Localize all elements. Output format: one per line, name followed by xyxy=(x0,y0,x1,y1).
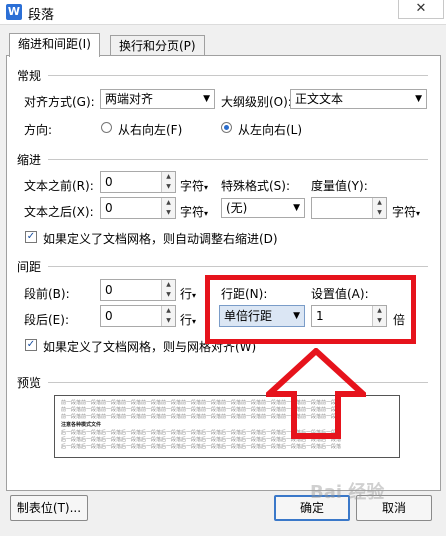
preview-next-line: 后一段落后一段落后一段落后一段落后一段落后一段落后一段落后一段落后一段落后一段落… xyxy=(61,444,342,450)
spinner[interactable]: ▲ ▼ xyxy=(161,306,175,326)
spin-down-icon[interactable]: ▼ xyxy=(373,208,386,218)
measure-unit[interactable]: 字符▾ xyxy=(392,203,420,220)
space-before-input[interactable]: 0 ▲ ▼ xyxy=(100,279,176,301)
direction-label: 方向: xyxy=(24,123,53,137)
spin-up-icon[interactable]: ▲ xyxy=(162,306,175,316)
arrow-shape xyxy=(266,348,366,439)
rtl-label: 从右向左(F) xyxy=(118,123,183,137)
rtl-radio[interactable] xyxy=(101,122,112,133)
space-after-input[interactable]: 0 ▲ ▼ xyxy=(100,305,176,327)
dropdown-arrow-icon: ▾ xyxy=(204,209,209,218)
dropdown-arrow-icon: ▼ xyxy=(293,203,300,213)
spinner[interactable]: ▲ ▼ xyxy=(161,198,175,218)
space-before-unit[interactable]: 行▾ xyxy=(180,285,196,302)
outline-level-label: 大纲级别(O): xyxy=(221,95,292,109)
dropdown-arrow-icon: ▾ xyxy=(204,183,209,192)
indent-after-label: 文本之后(X): xyxy=(24,205,94,219)
ltr-radio[interactable] xyxy=(221,122,232,133)
outline-level-value: 正文文本 xyxy=(295,92,344,106)
alignment-select[interactable]: 两端对齐 ▼ xyxy=(100,89,215,109)
title-bar xyxy=(0,0,446,25)
spin-down-icon[interactable]: ▼ xyxy=(162,316,175,326)
dropdown-arrow-icon: ▾ xyxy=(416,209,421,218)
section-general-heading: 常规 xyxy=(17,69,42,83)
spin-down-icon[interactable]: ▼ xyxy=(162,208,175,218)
unit-label: 行 xyxy=(180,287,193,301)
ltr-label: 从左向右(L) xyxy=(238,123,303,137)
unit-label: 字符 xyxy=(180,179,205,193)
wps-app-icon: W xyxy=(6,4,22,20)
space-before-label: 段前(B): xyxy=(24,287,70,301)
space-after-label: 段后(E): xyxy=(24,313,69,327)
spacing-grid-checkbox[interactable]: ✓ xyxy=(25,339,37,351)
outline-level-select[interactable]: 正文文本 ▼ xyxy=(290,89,427,109)
alignment-label: 对齐方式(G): xyxy=(24,95,95,109)
annotation-highlight-box xyxy=(205,275,416,344)
indent-before-input[interactable]: 0 ▲ ▼ xyxy=(100,171,176,193)
window-title: 段落 xyxy=(28,8,55,23)
dropdown-arrow-icon: ▼ xyxy=(203,94,210,104)
dropdown-arrow-icon: ▾ xyxy=(192,291,197,300)
space-after-value: 0 xyxy=(105,309,113,323)
spin-up-icon[interactable]: ▲ xyxy=(373,198,386,208)
unit-label: 字符 xyxy=(392,205,417,219)
indent-grid-checkbox[interactable]: ✓ xyxy=(25,231,37,243)
unit-label: 行 xyxy=(180,313,193,327)
section-preview-heading: 预览 xyxy=(17,376,42,390)
space-after-unit[interactable]: 行▾ xyxy=(180,311,196,328)
spin-down-icon[interactable]: ▼ xyxy=(162,182,175,192)
special-format-value: (无) xyxy=(226,201,248,215)
spinner[interactable]: ▲ ▼ xyxy=(372,198,386,218)
indent-after-input[interactable]: 0 ▲ ▼ xyxy=(100,197,176,219)
dropdown-arrow-icon: ▼ xyxy=(415,94,422,104)
divider xyxy=(48,159,428,160)
measure-input[interactable]: ▲ ▼ xyxy=(311,197,387,219)
unit-label: 字符 xyxy=(180,205,205,219)
spin-up-icon[interactable]: ▲ xyxy=(162,198,175,208)
divider xyxy=(48,382,428,383)
close-button[interactable]: ✕ xyxy=(398,0,444,19)
alignment-value: 两端对齐 xyxy=(105,92,154,106)
indent-grid-label: 如果定义了文档网格，则自动调整右缩进(D) xyxy=(43,232,278,246)
spin-up-icon[interactable]: ▲ xyxy=(162,280,175,290)
divider xyxy=(48,75,428,76)
divider xyxy=(48,266,428,267)
section-indent-heading: 缩进 xyxy=(17,153,42,167)
indent-after-value: 0 xyxy=(105,201,113,215)
space-before-value: 0 xyxy=(105,283,113,297)
spinner[interactable]: ▲ ▼ xyxy=(161,280,175,300)
indent-before-label: 文本之前(R): xyxy=(24,179,94,193)
tab-line-page-breaks[interactable]: 换行和分页(P) xyxy=(110,35,205,56)
section-spacing-heading: 间距 xyxy=(17,260,42,274)
indent-before-value: 0 xyxy=(105,175,113,189)
special-format-label: 特殊格式(S): xyxy=(221,179,291,193)
indent-before-unit[interactable]: 字符▾ xyxy=(180,177,208,194)
measure-label: 度量值(Y): xyxy=(311,179,368,193)
spin-down-icon[interactable]: ▼ xyxy=(162,290,175,300)
annotation-arrow-icon xyxy=(266,348,366,439)
tab-indent-spacing[interactable]: 缩进和间距(I) xyxy=(9,33,100,57)
indent-after-unit[interactable]: 字符▾ xyxy=(180,203,208,220)
special-format-select[interactable]: (无) ▼ xyxy=(221,198,305,218)
tab-stops-button[interactable]: 制表位(T)... xyxy=(10,495,88,521)
dropdown-arrow-icon: ▾ xyxy=(192,317,197,326)
spinner[interactable]: ▲ ▼ xyxy=(161,172,175,192)
spin-up-icon[interactable]: ▲ xyxy=(162,172,175,182)
watermark: Bai 经验 xyxy=(310,482,385,503)
